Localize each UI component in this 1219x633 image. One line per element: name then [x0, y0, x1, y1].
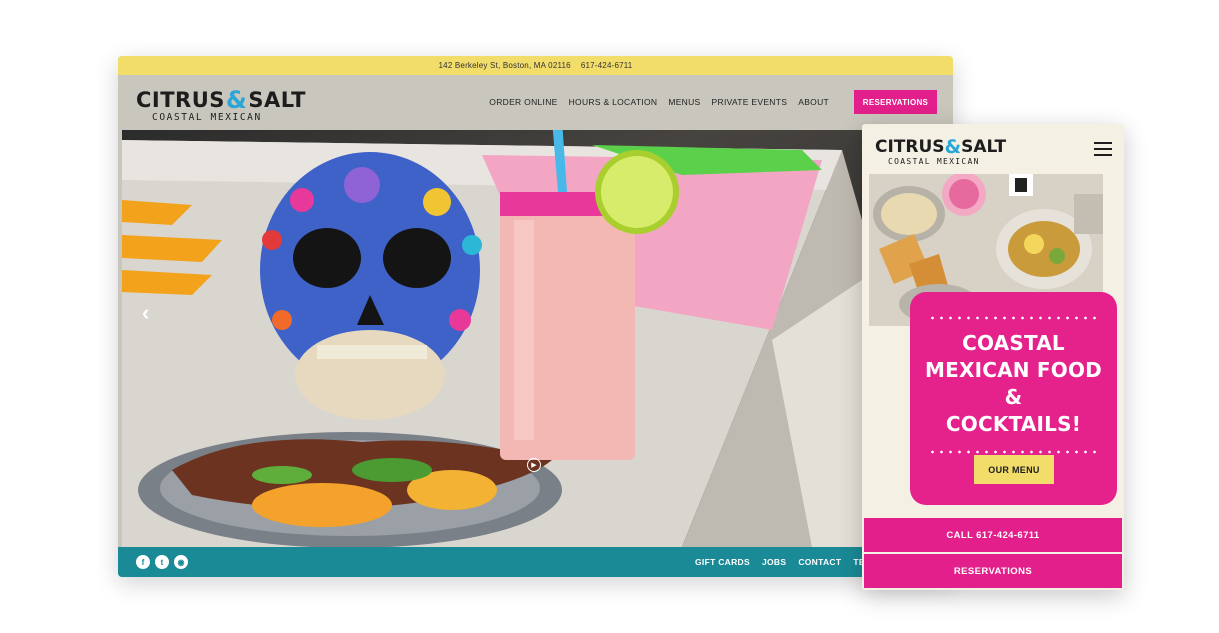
brand-name-left: CITRUS [136, 88, 225, 112]
promo-headline-line-3: COCKTAILS! [945, 412, 1082, 436]
chevron-left-icon[interactable]: ‹ [142, 300, 149, 326]
mobile-brand-name-left: CITRUS [875, 137, 945, 157]
mobile-reservations-button[interactable]: RESERVATIONS [864, 554, 1122, 588]
dotted-divider-bottom [928, 450, 1099, 454]
nav-menus[interactable]: MENUS [668, 97, 700, 107]
nav-private-events[interactable]: PRIVATE EVENTS [712, 97, 788, 107]
phone-link[interactable]: 617-424-6711 [581, 61, 633, 70]
social-links: f t ◉ [136, 555, 188, 569]
facebook-icon[interactable]: f [136, 555, 150, 569]
address-text: 142 Berkeley St, Boston, MA 02116 [438, 61, 571, 70]
brand-tagline: COASTAL MEXICAN [152, 112, 262, 123]
promo-headline-line-1: COASTAL [962, 331, 1065, 355]
brand-ampersand: & [225, 86, 248, 114]
our-menu-button[interactable]: OUR MENU [974, 455, 1054, 484]
promo-headline: COASTAL MEXICAN FOOD & COCKTAILS! [920, 330, 1107, 438]
top-info-bar: 142 Berkeley St, Boston, MA 02116 617-42… [118, 56, 953, 75]
footer-gift-cards[interactable]: GIFT CARDS [695, 557, 750, 567]
mobile-brand-tagline: COASTAL MEXICAN [888, 157, 980, 166]
nav-order-online[interactable]: ORDER ONLINE [489, 97, 557, 107]
mobile-site-preview: CITRUS & SALT COASTAL MEXICAN COASTAL ME… [862, 124, 1124, 590]
mobile-brand-ampersand: & [944, 136, 962, 158]
footer-links: GIFT CARDS JOBS CONTACT TEAM [695, 557, 879, 567]
hero-photo [122, 130, 882, 547]
instagram-icon[interactable]: ◉ [174, 555, 188, 569]
hamburger-icon[interactable] [1094, 142, 1112, 156]
desktop-site-preview: 142 Berkeley St, Boston, MA 02116 617-42… [118, 56, 953, 577]
play-icon[interactable]: ▶ [527, 458, 541, 472]
hero-promo-card: COASTAL MEXICAN FOOD & COCKTAILS! OUR ME… [910, 292, 1117, 505]
brand-logo[interactable]: CITRUS & SALT COASTAL MEXICAN [136, 86, 306, 123]
promo-headline-line-2: MEXICAN FOOD & [925, 358, 1102, 409]
mobile-brand-logo[interactable]: CITRUS & SALT COASTAL MEXICAN [875, 136, 1006, 166]
twitter-icon[interactable]: t [155, 555, 169, 569]
nav-about[interactable]: ABOUT [798, 97, 829, 107]
hero-slideshow: ‹ ▶ [122, 130, 949, 547]
footer-contact[interactable]: CONTACT [798, 557, 841, 567]
reservations-button[interactable]: RESERVATIONS [854, 90, 937, 114]
brand-name-right: SALT [248, 88, 306, 112]
site-header: CITRUS & SALT COASTAL MEXICAN ORDER ONLI… [122, 80, 949, 130]
mobile-brand-name-right: SALT [961, 137, 1007, 157]
footer-jobs[interactable]: JOBS [762, 557, 786, 567]
main-nav: ORDER ONLINE HOURS & LOCATION MENUS PRIV… [489, 97, 829, 107]
dotted-divider-top [928, 316, 1099, 320]
site-footer: f t ◉ GIFT CARDS JOBS CONTACT TEAM [118, 547, 953, 577]
call-button[interactable]: CALL 617-424-6711 [864, 518, 1122, 552]
nav-hours-location[interactable]: HOURS & LOCATION [569, 97, 658, 107]
